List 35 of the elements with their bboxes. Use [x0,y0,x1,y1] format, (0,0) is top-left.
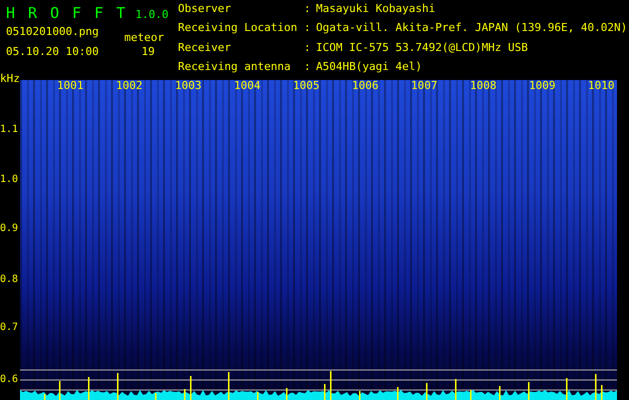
meteor-count: 19 [140,46,155,58]
time-label: 1004 [234,80,260,92]
info-separator: : [304,60,312,75]
info-separator: : [304,22,312,36]
time-label: 1008 [470,80,496,92]
axis-label: 0.8 [0,274,18,286]
axis-label: 0.6 [0,374,18,386]
info-label: Receiving Location [178,22,298,36]
time-label: 1001 [57,80,84,92]
axis-label: 0.7 [0,322,18,334]
app-version: 1.0.0 [135,8,168,21]
time-label: 1003 [175,80,202,92]
file-name: 0510201000.png [6,26,99,38]
time-label: 1005 [293,80,320,92]
info-value: A504HB(yagi 4el) [316,60,423,75]
time-label: 1010 [588,80,614,92]
time-label: 1002 [116,80,142,92]
app-title: H R O F F T [6,4,128,22]
axis-label: 1.1 [0,124,18,136]
info-label: Observer [178,3,232,17]
time-label: 1007 [411,80,438,92]
file-datetime: 05.10.20 10:00 [6,46,99,58]
info-value: ICOM IC-575 53.7492(@LCD)MHz USB [316,42,529,56]
meteor-label: meteor [124,32,164,44]
info-separator: : [304,3,312,17]
time-label: 1006 [352,80,378,92]
info-separator: : [304,42,312,56]
info-label: Receiver [178,42,232,56]
axis-unit: kHz [0,73,20,85]
axis-label: 0.9 [0,223,18,235]
time-label: 1009 [529,80,556,92]
axis-label: 1.0 [0,174,18,186]
info-value: Masayuki Kobayashi [316,3,436,17]
info-value: Ogata-vill. Akita-Pref. JAPAN (139.96E, 40.02N) [316,22,628,36]
info-label: Receiving antenna [178,60,292,75]
